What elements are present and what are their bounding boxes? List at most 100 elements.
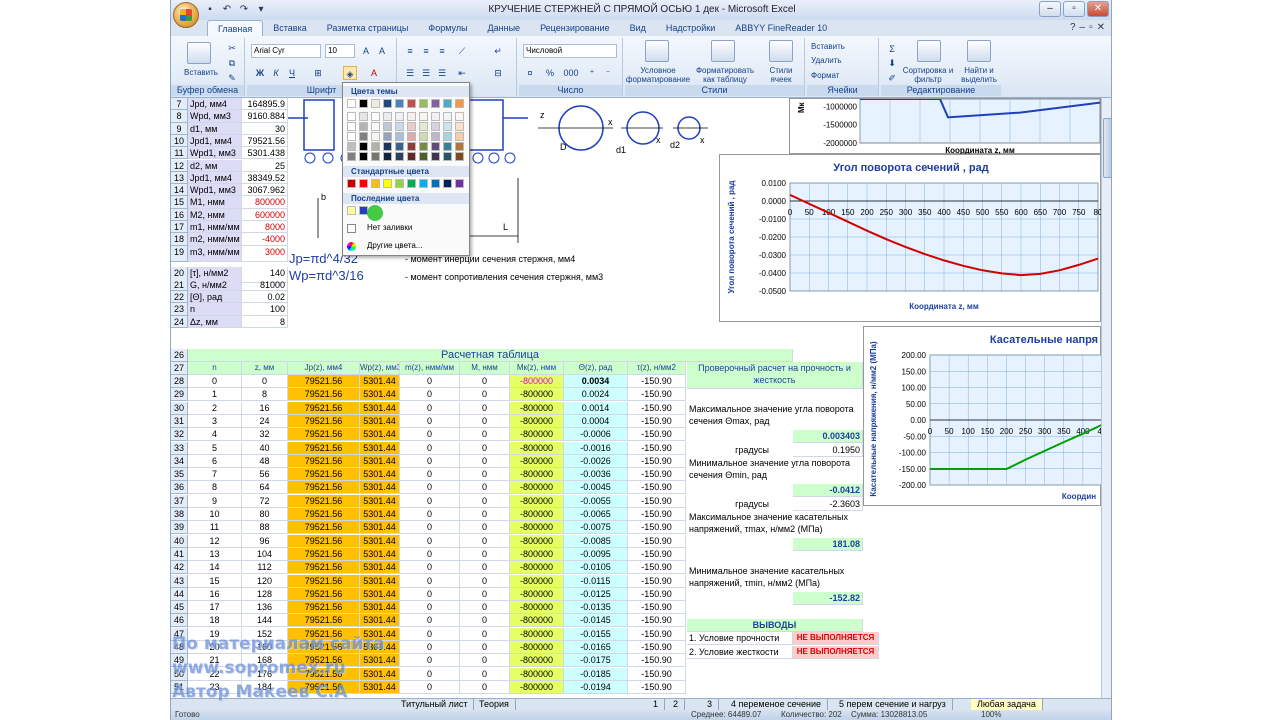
param-name[interactable]: M1, нмм xyxy=(188,196,242,209)
table-cell[interactable]: -150.90 xyxy=(628,441,686,455)
table-cell[interactable]: -150.90 xyxy=(628,521,686,535)
table-cell[interactable]: 120 xyxy=(242,574,288,588)
table-cell[interactable]: 0 xyxy=(400,454,460,468)
table-cell[interactable]: -800000 xyxy=(510,454,564,468)
table-cell[interactable]: 0 xyxy=(400,494,460,508)
theme-swatch[interactable] xyxy=(431,99,440,108)
table-cell[interactable]: -150.90 xyxy=(628,508,686,521)
theme-shade-swatch[interactable] xyxy=(443,132,452,141)
tab-4[interactable]: Данные xyxy=(478,20,531,36)
table-cell[interactable]: 0 xyxy=(460,561,510,575)
table-cell[interactable]: 0 xyxy=(400,561,460,575)
table-cell[interactable]: 80 xyxy=(242,508,288,521)
table-cell[interactable]: 79521.56 xyxy=(288,508,360,521)
min-angle-value[interactable]: -0.0412 xyxy=(793,484,863,497)
table-cell[interactable]: 2 xyxy=(188,401,242,415)
standard-swatch[interactable] xyxy=(419,179,428,188)
tab-1[interactable]: Вставка xyxy=(263,20,316,36)
param-name[interactable]: d1, мм xyxy=(188,122,242,135)
row-header[interactable]: 28 xyxy=(171,375,188,388)
theme-shade-swatch[interactable] xyxy=(431,112,440,121)
number-format-box[interactable]: Числовой xyxy=(523,44,617,58)
increase-decimal-icon[interactable]: ⁺ xyxy=(585,66,599,80)
bold-button[interactable]: Ж xyxy=(253,66,267,80)
table-cell[interactable]: 0 xyxy=(460,481,510,495)
standard-swatch[interactable] xyxy=(395,179,404,188)
table-cell[interactable]: 0 xyxy=(460,441,510,455)
table-cell[interactable]: 0 xyxy=(460,401,510,415)
font-color-icon[interactable]: A xyxy=(367,66,381,80)
fill-color-icon[interactable]: ◈ xyxy=(343,66,357,80)
table-cell[interactable]: 5301.44 xyxy=(360,521,400,535)
sort-filter-button[interactable]: Сортировка и фильтр xyxy=(901,66,955,84)
table-cell[interactable]: -800000 xyxy=(510,534,564,548)
tab-6[interactable]: Вид xyxy=(620,20,656,36)
paste-icon[interactable] xyxy=(187,42,211,64)
chart-angle[interactable]: Угол поворота сечений , рад 0.0100 0.0000 -… xyxy=(719,154,1101,322)
table-cell[interactable]: -150.90 xyxy=(628,534,686,548)
theme-shade-swatch[interactable] xyxy=(419,142,428,151)
param-name[interactable]: n xyxy=(188,303,242,316)
maximize-button[interactable]: ▫ xyxy=(1063,1,1085,17)
row-header[interactable]: 14 xyxy=(171,184,188,197)
theme-shade-swatch[interactable] xyxy=(371,142,380,151)
table-cell[interactable]: 79521.56 xyxy=(288,468,360,482)
table-cell[interactable]: -0.0095 xyxy=(564,547,628,561)
table-cell[interactable]: -150.90 xyxy=(628,587,686,601)
table-cell[interactable]: 79521.56 xyxy=(288,574,360,588)
param-name[interactable]: M2, нмм xyxy=(188,208,242,221)
table-cell[interactable]: 79521.56 xyxy=(288,414,360,428)
delete-cells-button[interactable]: Удалить xyxy=(811,56,842,65)
shrink-font-icon[interactable]: A xyxy=(375,44,389,58)
theme-shade-swatch[interactable] xyxy=(359,112,368,121)
doc-close-icon[interactable]: ✕ xyxy=(1097,22,1105,33)
row-header[interactable]: 24 xyxy=(171,315,188,328)
theme-shade-swatch[interactable] xyxy=(383,132,392,141)
table-cell[interactable]: 0 xyxy=(400,481,460,495)
theme-shade-swatch[interactable] xyxy=(371,152,380,161)
row-header[interactable]: 15 xyxy=(171,196,188,209)
table-cell[interactable]: -0.0175 xyxy=(564,654,628,668)
table-cell[interactable]: 6 xyxy=(188,454,242,468)
table-cell[interactable]: 5301.44 xyxy=(360,614,400,628)
table-cell[interactable]: -800000 xyxy=(510,468,564,482)
row-header[interactable]: 18 xyxy=(171,233,188,246)
table-cell[interactable]: 0 xyxy=(400,601,460,615)
theme-shade-swatch[interactable] xyxy=(383,112,392,121)
table-cell[interactable]: -800000 xyxy=(510,388,564,402)
table-cell[interactable]: 5301.44 xyxy=(360,547,400,561)
table-cell[interactable]: 0 xyxy=(460,627,510,641)
param-value[interactable]: 25 xyxy=(242,159,288,172)
param-name[interactable]: Wpd1, мм3 xyxy=(188,184,242,197)
table-cell[interactable]: -800000 xyxy=(510,627,564,641)
table-cell[interactable]: 8 xyxy=(242,388,288,402)
row-header[interactable]: 37 xyxy=(171,494,188,508)
table-cell[interactable]: -800000 xyxy=(510,654,564,668)
table-cell[interactable]: -150.90 xyxy=(628,667,686,681)
table-cell[interactable]: -150.90 xyxy=(628,401,686,415)
table-cell[interactable]: -800000 xyxy=(510,667,564,681)
table-cell[interactable]: 16 xyxy=(242,401,288,415)
table-cell[interactable]: -0.0125 xyxy=(564,587,628,601)
cut-icon[interactable]: ✂ xyxy=(225,41,239,55)
table-cell[interactable]: -0.0165 xyxy=(564,641,628,654)
thousands-button[interactable]: 000 xyxy=(561,66,581,80)
table-cell[interactable]: 104 xyxy=(242,547,288,561)
tab-0[interactable]: Главная xyxy=(207,20,264,36)
table-cell[interactable]: 5301.44 xyxy=(360,587,400,601)
standard-swatch[interactable] xyxy=(407,179,416,188)
theme-shade-swatch[interactable] xyxy=(407,122,416,131)
row-header[interactable]: 17 xyxy=(171,221,188,234)
theme-shade-swatch[interactable] xyxy=(371,112,380,121)
theme-shade-swatch[interactable] xyxy=(431,132,440,141)
table-cell[interactable]: 5301.44 xyxy=(360,414,400,428)
table-cell[interactable]: 32 xyxy=(242,428,288,442)
table-cell[interactable]: 5301.44 xyxy=(360,508,400,521)
table-cell[interactable]: 0 xyxy=(460,428,510,442)
theme-shade-swatch[interactable] xyxy=(443,142,452,151)
table-cell[interactable]: -0.0194 xyxy=(564,680,628,694)
scrollbar-thumb[interactable] xyxy=(1103,118,1111,178)
table-cell[interactable]: 79521.56 xyxy=(288,614,360,628)
table-cell[interactable]: 5301.44 xyxy=(360,401,400,415)
table-cell[interactable]: 0 xyxy=(242,375,288,388)
